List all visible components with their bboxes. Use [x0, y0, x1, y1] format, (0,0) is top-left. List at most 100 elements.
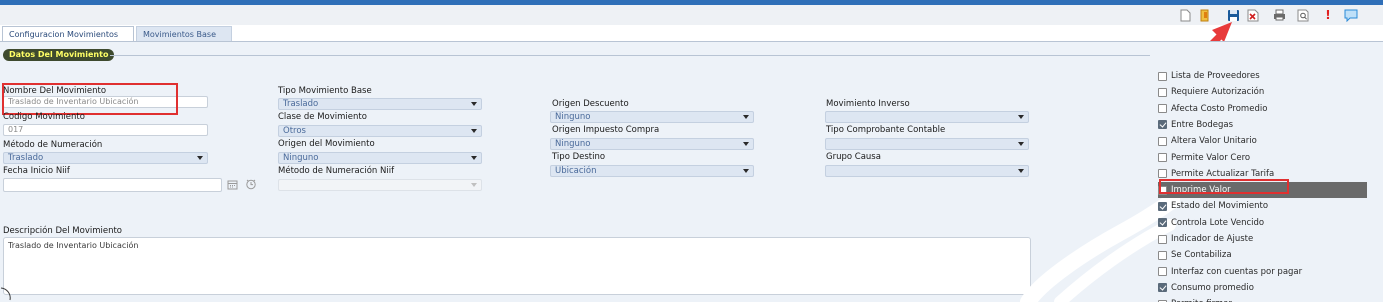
chevron-down-icon: [197, 156, 203, 160]
circle-fragment-icon: [0, 287, 11, 301]
tab-movimientos-base[interactable]: Movimientos Base: [136, 26, 232, 42]
chevron-down-icon: [743, 142, 749, 146]
checkbox-label: Requiere Autorización: [1171, 87, 1265, 98]
checkbox-row[interactable]: Requiere Autorización: [1158, 84, 1368, 100]
new-icon[interactable]: [1178, 8, 1192, 22]
annotation-scribble: [1020, 195, 1180, 302]
chevron-down-icon: [1018, 115, 1024, 119]
fecha-input[interactable]: [3, 178, 222, 192]
chevron-down-icon: [471, 102, 477, 106]
clase-value: Otros: [283, 126, 306, 136]
metodo-value: Traslado: [8, 153, 44, 163]
checkbox-label: Indicador de Ajuste: [1171, 234, 1254, 244]
origen-desc-value: Ninguno: [555, 112, 591, 122]
chevron-down-icon: [1018, 142, 1024, 146]
checkbox[interactable]: [1158, 153, 1167, 162]
checkbox-row[interactable]: Interfaz con cuentas por pagar: [1158, 264, 1368, 280]
tipo-destino-value: Ubicación: [555, 166, 597, 176]
delete-icon[interactable]: [1246, 8, 1260, 22]
tipo-destino-select[interactable]: Ubicación: [550, 165, 754, 177]
origen-mov-value: Ninguno: [283, 153, 319, 163]
chevron-down-icon: [471, 156, 477, 160]
checkbox[interactable]: [1158, 169, 1167, 179]
checkbox[interactable]: [1158, 71, 1167, 81]
calendar-icon[interactable]: [227, 179, 238, 193]
origen-desc-label: Origen Descuento: [552, 99, 629, 109]
checkbox-row[interactable]: Controla Lote Vencido: [1158, 215, 1368, 231]
checkbox-label: Permite Actualizar Tarifa: [1171, 168, 1275, 179]
section-title: Datos Del Movimiento: [3, 49, 115, 61]
checkbox-row[interactable]: Permite Valor Cero: [1158, 150, 1368, 166]
tipo-base-select[interactable]: Traslado: [278, 98, 482, 110]
chevron-down-icon: [471, 183, 477, 187]
metodo-niif-label: Método de Numeración Niif: [278, 166, 395, 176]
tipo-destino-label: Tipo Destino: [552, 152, 606, 162]
tipo-comp-select[interactable]: [825, 138, 1029, 150]
descripcion-label: Descripción Del Movimiento: [3, 226, 123, 236]
checkbox-label: Estado del Movimiento: [1171, 201, 1269, 212]
checkbox-row[interactable]: Lista de Proveedores: [1158, 68, 1368, 84]
tipo-base-value: Traslado: [283, 99, 319, 109]
checkbox[interactable]: [1158, 104, 1167, 114]
checkbox-label: Controla Lote Vencido: [1171, 217, 1265, 228]
print-icon[interactable]: [1272, 8, 1286, 22]
fecha-label: Fecha Inicio Niif: [3, 166, 70, 176]
codigo-input[interactable]: 017: [3, 124, 208, 136]
checkbox-label: Permite Valor Cero: [1171, 152, 1251, 163]
origen-mov-label: Origen del Movimiento: [278, 139, 375, 149]
alert-icon[interactable]: !: [1321, 8, 1335, 22]
annotation-highlight-nombre: [2, 83, 178, 115]
checkbox-row[interactable]: Indicador de Ajuste: [1158, 231, 1368, 247]
metodo-select[interactable]: Traslado: [3, 152, 208, 164]
checkbox-row[interactable]: Entre Bodegas: [1158, 117, 1368, 133]
grupo-causa-select[interactable]: [825, 165, 1029, 177]
checkbox[interactable]: [1158, 120, 1167, 130]
checkbox-label: Afecta Costo Promedio: [1171, 103, 1268, 114]
chevron-down-icon: [743, 115, 749, 119]
tipo-base-label: Tipo Movimiento Base: [278, 86, 372, 96]
mov-inverso-label: Movimiento Inverso: [826, 99, 910, 109]
checkbox-label: Entre Bodegas: [1171, 119, 1234, 130]
checkbox-row[interactable]: Altera Valor Unitario: [1158, 133, 1368, 149]
clase-label: Clase de Movimiento: [278, 112, 367, 122]
chevron-down-icon: [1018, 169, 1024, 173]
clase-select[interactable]: Otros: [278, 125, 482, 137]
annotation-highlight-imprime: [1159, 179, 1289, 194]
checkbox[interactable]: [1158, 136, 1167, 146]
checkbox[interactable]: [1158, 218, 1167, 228]
descripcion-textarea[interactable]: Traslado de Inventario Ubicación: [3, 237, 1031, 295]
checkbox-row[interactable]: Estado del Movimiento: [1158, 198, 1368, 214]
checkbox-row[interactable]: Permite firmar: [1158, 296, 1368, 302]
section-divider: [110, 55, 1150, 56]
origen-imp-label: Origen Impuesto Compra: [552, 125, 660, 135]
checkbox-label: Altera Valor Unitario: [1171, 136, 1257, 147]
tipo-comp-label: Tipo Comprobante Contable: [826, 125, 946, 135]
checkbox-row[interactable]: Afecta Costo Promedio: [1158, 101, 1368, 117]
toolbar: !: [0, 5, 1383, 25]
checkbox[interactable]: [1158, 267, 1167, 277]
codigo-label: Codigo Movimiento: [3, 112, 85, 122]
checkbox[interactable]: [1158, 87, 1167, 97]
chat-icon[interactable]: [1344, 8, 1358, 22]
preview-icon[interactable]: [1296, 8, 1310, 22]
checkbox[interactable]: [1158, 250, 1167, 260]
checkbox[interactable]: [1158, 283, 1167, 293]
chevron-down-icon: [743, 169, 749, 173]
checkbox-row[interactable]: Se Contabiliza: [1158, 247, 1368, 263]
checkbox-label: Consumo promedio: [1171, 282, 1254, 293]
chevron-down-icon: [471, 129, 477, 133]
checkbox-row[interactable]: Consumo promedio: [1158, 280, 1368, 296]
grupo-causa-label: Grupo Causa: [826, 152, 881, 162]
checkbox-label: Se Contabiliza: [1171, 250, 1232, 261]
clock-icon[interactable]: [245, 178, 257, 193]
origen-mov-select[interactable]: Ninguno: [278, 152, 482, 164]
mov-inverso-select[interactable]: [825, 111, 1029, 123]
checkbox-label: Interfaz con cuentas por pagar: [1171, 266, 1303, 277]
tab-configuracion-movimientos[interactable]: Configuracion Movimientos: [2, 26, 134, 42]
metodo-niif-select[interactable]: [278, 179, 482, 191]
origen-imp-select[interactable]: Ninguno: [550, 138, 754, 150]
origen-desc-select[interactable]: Ninguno: [550, 111, 754, 123]
origen-imp-value: Ninguno: [555, 139, 591, 149]
checkbox[interactable]: [1158, 201, 1167, 211]
checkbox[interactable]: [1158, 234, 1167, 244]
